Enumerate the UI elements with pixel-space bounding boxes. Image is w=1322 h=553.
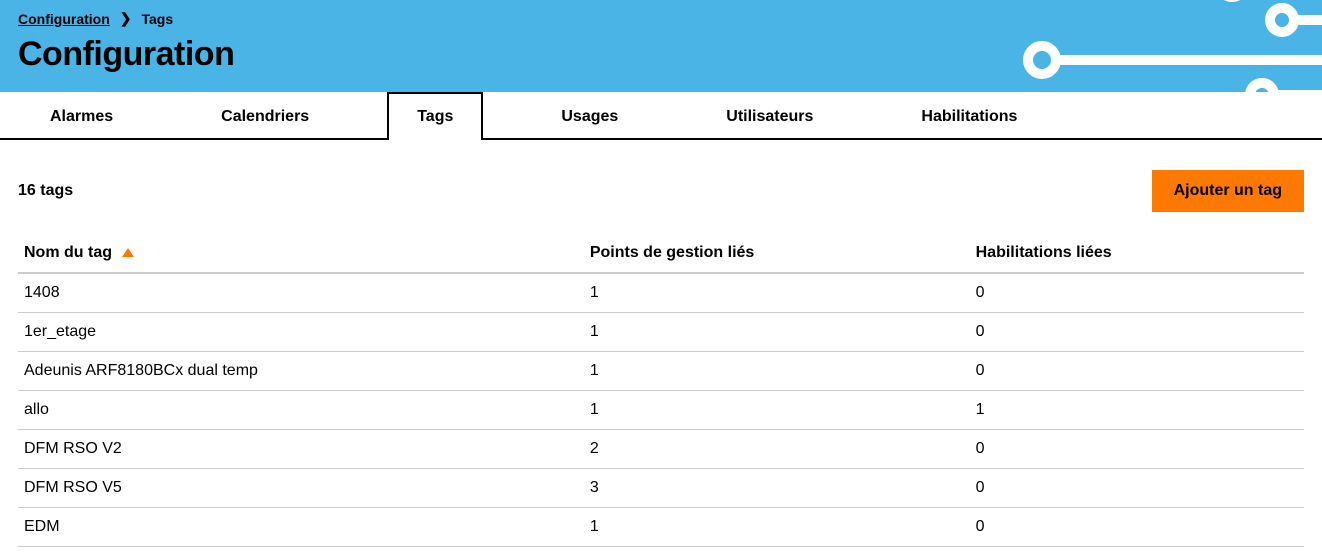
page-title: Configuration [18,35,1304,74]
cell-tag-name: DFM RSO V5 [18,469,584,508]
column-header-name-label: Nom du tag [24,244,112,261]
cell-habilitations: 0 [970,352,1304,391]
cell-points: 1 [584,508,970,547]
cell-tag-name: allo [18,391,584,430]
chevron-right-icon: ❯ [120,10,132,27]
cell-habilitations: 0 [970,469,1304,508]
cell-habilitations: 1 [970,391,1304,430]
tab-alarmes[interactable]: Alarmes [20,92,143,140]
content-area: 16 tags Ajouter un tag Nom du tag Points… [0,140,1322,547]
cell-habilitations: 0 [970,430,1304,469]
column-header-points[interactable]: Points de gestion liés [584,234,970,273]
cell-tag-name: DFM RSO V2 [18,430,584,469]
header-band: Configuration ❯ Tags Configuration [0,0,1322,92]
tab-tags[interactable]: Tags [387,92,483,140]
content-top-bar: 16 tags Ajouter un tag [18,170,1304,212]
cell-tag-name: EDM [18,508,584,547]
column-header-name[interactable]: Nom du tag [18,234,584,273]
cell-points: 3 [584,469,970,508]
breadcrumb-current: Tags [142,11,174,27]
add-tag-button[interactable]: Ajouter un tag [1152,170,1304,212]
table-row[interactable]: allo11 [18,391,1304,430]
cell-habilitations: 0 [970,313,1304,352]
table-row[interactable]: DFM RSO V220 [18,430,1304,469]
tags-table: Nom du tag Points de gestion liés Habili… [18,234,1304,547]
tabs-row: Alarmes Calendriers Tags Usages Utilisateurs… [0,92,1322,140]
breadcrumb: Configuration ❯ Tags [18,10,1304,27]
cell-tag-name: 1er_etage [18,313,584,352]
results-count: 16 tags [18,182,73,200]
table-row[interactable]: DFM RSO V530 [18,469,1304,508]
tab-usages[interactable]: Usages [531,92,648,140]
tab-calendriers[interactable]: Calendriers [191,92,339,140]
cell-habilitations: 0 [970,508,1304,547]
cell-tag-name: 1408 [18,273,584,313]
cell-points: 1 [584,273,970,313]
sort-ascending-icon [122,248,134,257]
cell-points: 2 [584,430,970,469]
table-row[interactable]: EDM10 [18,508,1304,547]
cell-points: 1 [584,313,970,352]
table-row[interactable]: Adeunis ARF8180BCx dual temp10 [18,352,1304,391]
tab-utilisateurs[interactable]: Utilisateurs [696,92,843,140]
table-row[interactable]: 140810 [18,273,1304,313]
cell-tag-name: Adeunis ARF8180BCx dual temp [18,352,584,391]
cell-habilitations: 0 [970,273,1304,313]
cell-points: 1 [584,352,970,391]
breadcrumb-root-link[interactable]: Configuration [18,11,110,27]
table-row[interactable]: 1er_etage10 [18,313,1304,352]
column-header-habilitations[interactable]: Habilitations liées [970,234,1304,273]
cell-points: 1 [584,391,970,430]
tab-habilitations[interactable]: Habilitations [891,92,1047,140]
